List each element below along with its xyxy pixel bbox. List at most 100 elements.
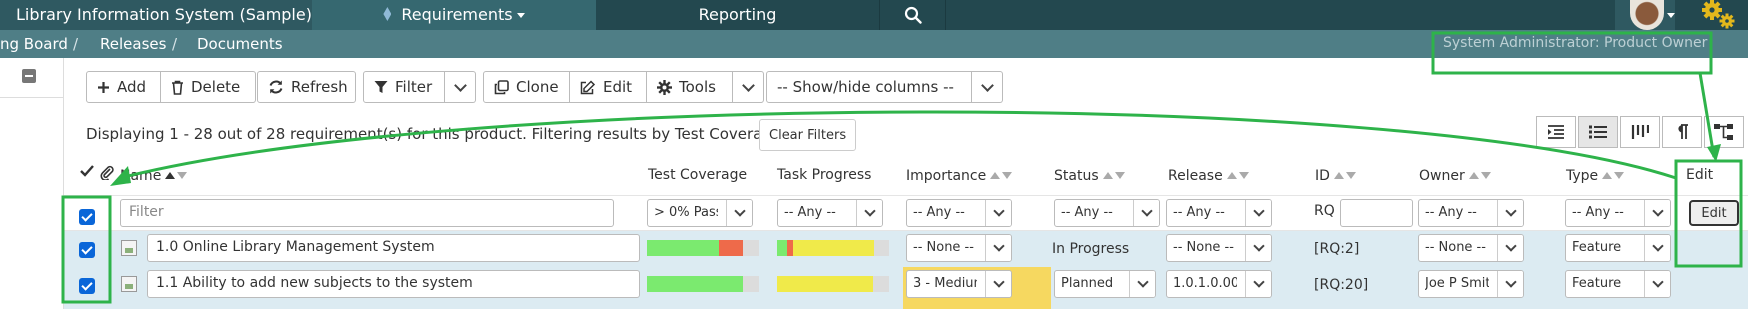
remaining-segment xyxy=(743,240,759,256)
gear-icon xyxy=(657,79,672,95)
collapse-icon[interactable] xyxy=(22,69,36,83)
remaining-segment xyxy=(874,240,889,256)
sort-icon[interactable] xyxy=(1602,167,1626,183)
column-task-progress-label: Task Progress xyxy=(777,167,872,183)
breadcrumb-planning-board[interactable]: ng Board xyxy=(0,35,68,53)
requirement-id[interactable]: [RQ:20] xyxy=(1314,277,1368,293)
breadcrumb-documents[interactable]: Documents xyxy=(197,35,283,53)
clone-label: Clone xyxy=(516,78,559,96)
tools-dropdown[interactable] xyxy=(733,71,764,103)
importance-select[interactable]: 3 - Medium xyxy=(906,270,1012,298)
column-owner[interactable]: Owner xyxy=(1419,167,1493,184)
breadcrumb-releases[interactable]: Releases xyxy=(100,35,166,53)
view-list-button[interactable] xyxy=(1578,116,1618,148)
chevron-down-icon xyxy=(992,240,1005,252)
task-progress-bar[interactable] xyxy=(777,240,889,256)
importance-filter[interactable]: -- Any -- xyxy=(906,199,1012,227)
pass-segment xyxy=(647,240,719,256)
chevron-down-icon xyxy=(1252,276,1265,288)
type-select[interactable]: Feature xyxy=(1565,270,1671,298)
owner-select[interactable]: Joe P Smith xyxy=(1418,270,1524,298)
view-document-button[interactable] xyxy=(1662,116,1702,148)
top-navigation: Library Information System (Sample)... R… xyxy=(0,0,1748,30)
nav-reporting[interactable]: Reporting xyxy=(596,0,880,30)
tools-button[interactable]: Tools xyxy=(647,71,733,103)
task-progress-bar[interactable] xyxy=(777,276,889,292)
paperclip-icon xyxy=(100,165,114,181)
chevron-down-icon xyxy=(1504,205,1517,217)
release-select[interactable]: 1.0.1.0.0001 xyxy=(1166,270,1272,298)
name-filter-input[interactable]: Filter xyxy=(120,199,614,227)
chevron-down-icon xyxy=(1140,205,1153,217)
pass-segment xyxy=(647,276,743,292)
id-filter-input[interactable] xyxy=(1340,199,1413,227)
sort-icon[interactable] xyxy=(1102,167,1127,183)
column-release[interactable]: Release xyxy=(1168,167,1251,184)
column-edit-label: Edit xyxy=(1686,167,1714,183)
status-select[interactable]: Planned xyxy=(1054,270,1156,298)
filter-icon xyxy=(374,81,388,93)
column-importance[interactable]: Importance xyxy=(906,167,1014,184)
test-coverage-filter[interactable]: > 0% Pass xyxy=(647,199,753,227)
chevron-down-icon xyxy=(1504,240,1517,252)
owner-select[interactable]: -- None -- xyxy=(1418,234,1524,262)
filter-button[interactable]: Filter xyxy=(363,71,445,103)
owner-filter[interactable]: -- Any -- xyxy=(1418,199,1524,227)
type-select[interactable]: Feature xyxy=(1565,234,1671,262)
column-status[interactable]: Status xyxy=(1054,167,1127,184)
refresh-button[interactable]: Refresh xyxy=(257,71,356,103)
breadcrumb-separator: / xyxy=(172,35,178,53)
chevron-down-icon xyxy=(992,276,1005,288)
edit-rows-button[interactable]: Edit xyxy=(1689,200,1739,226)
sort-icon[interactable] xyxy=(1468,167,1493,183)
filter-dropdown[interactable] xyxy=(445,71,476,103)
importance-select[interactable]: -- None -- xyxy=(906,234,1012,262)
release-select[interactable]: -- None -- xyxy=(1166,234,1272,262)
mindmap-icon xyxy=(1714,124,1733,140)
sort-icon[interactable] xyxy=(1226,167,1251,183)
test-coverage-bar[interactable] xyxy=(647,276,759,292)
row-checkbox[interactable] xyxy=(79,242,95,258)
requirement-name-input[interactable]: 1.0 Online Library Management System xyxy=(147,234,640,262)
sort-icon[interactable] xyxy=(165,167,189,183)
select-all-checkmark[interactable] xyxy=(80,165,94,181)
requirement-name-input[interactable]: 1.1 Ability to add new subjects to the s… xyxy=(147,270,640,298)
chevron-down-icon xyxy=(516,13,525,18)
add-label: Add xyxy=(117,78,147,96)
task-progress-filter[interactable]: -- Any -- xyxy=(777,199,883,227)
sort-icon[interactable] xyxy=(990,167,1014,183)
release-filter[interactable]: -- Any -- xyxy=(1166,199,1272,227)
type-filter[interactable]: -- Any -- xyxy=(1565,199,1671,227)
select-all-checkbox[interactable] xyxy=(79,209,95,225)
gears-icon xyxy=(1702,0,1735,29)
add-button[interactable]: Add xyxy=(86,71,161,103)
row-checkbox[interactable] xyxy=(79,278,95,294)
show-hide-columns-select[interactable]: -- Show/hide columns -- xyxy=(766,71,972,103)
user-menu[interactable] xyxy=(1615,0,1675,30)
view-board-button[interactable] xyxy=(1620,116,1660,148)
type-filter-value: -- Any -- xyxy=(1572,205,1624,220)
test-coverage-bar[interactable] xyxy=(647,240,759,256)
sort-icon[interactable] xyxy=(1333,167,1358,183)
columns-dropdown[interactable] xyxy=(972,71,1003,103)
column-name[interactable]: Name xyxy=(120,167,189,184)
view-map-button[interactable] xyxy=(1704,116,1744,148)
administration-button[interactable] xyxy=(1694,0,1748,30)
clone-button[interactable]: Clone xyxy=(483,71,570,103)
requirement-id[interactable]: [RQ:2] xyxy=(1314,241,1359,257)
clear-filters-button[interactable]: Clear Filters xyxy=(759,119,857,151)
view-tree-button[interactable] xyxy=(1536,116,1576,148)
edit-button[interactable]: Edit xyxy=(570,71,647,103)
column-test-coverage[interactable]: Test Coverage xyxy=(648,167,747,183)
delete-button[interactable]: Delete xyxy=(161,71,256,103)
column-id[interactable]: ID xyxy=(1315,167,1358,184)
user-role-label: System Administrator: Product Owner xyxy=(1443,35,1708,51)
product-selector[interactable]: Library Information System (Sample)... xyxy=(0,0,340,30)
nav-requirements[interactable]: Requirements xyxy=(312,0,596,30)
status-filter[interactable]: -- Any -- xyxy=(1054,199,1160,227)
search-button[interactable] xyxy=(880,0,946,30)
results-summary: Displaying 1 - 28 out of 28 requirement(… xyxy=(86,125,786,143)
column-task-progress[interactable]: Task Progress xyxy=(777,167,871,183)
column-type[interactable]: Type xyxy=(1566,167,1626,184)
task-progress-filter-value: -- Any -- xyxy=(784,205,836,220)
